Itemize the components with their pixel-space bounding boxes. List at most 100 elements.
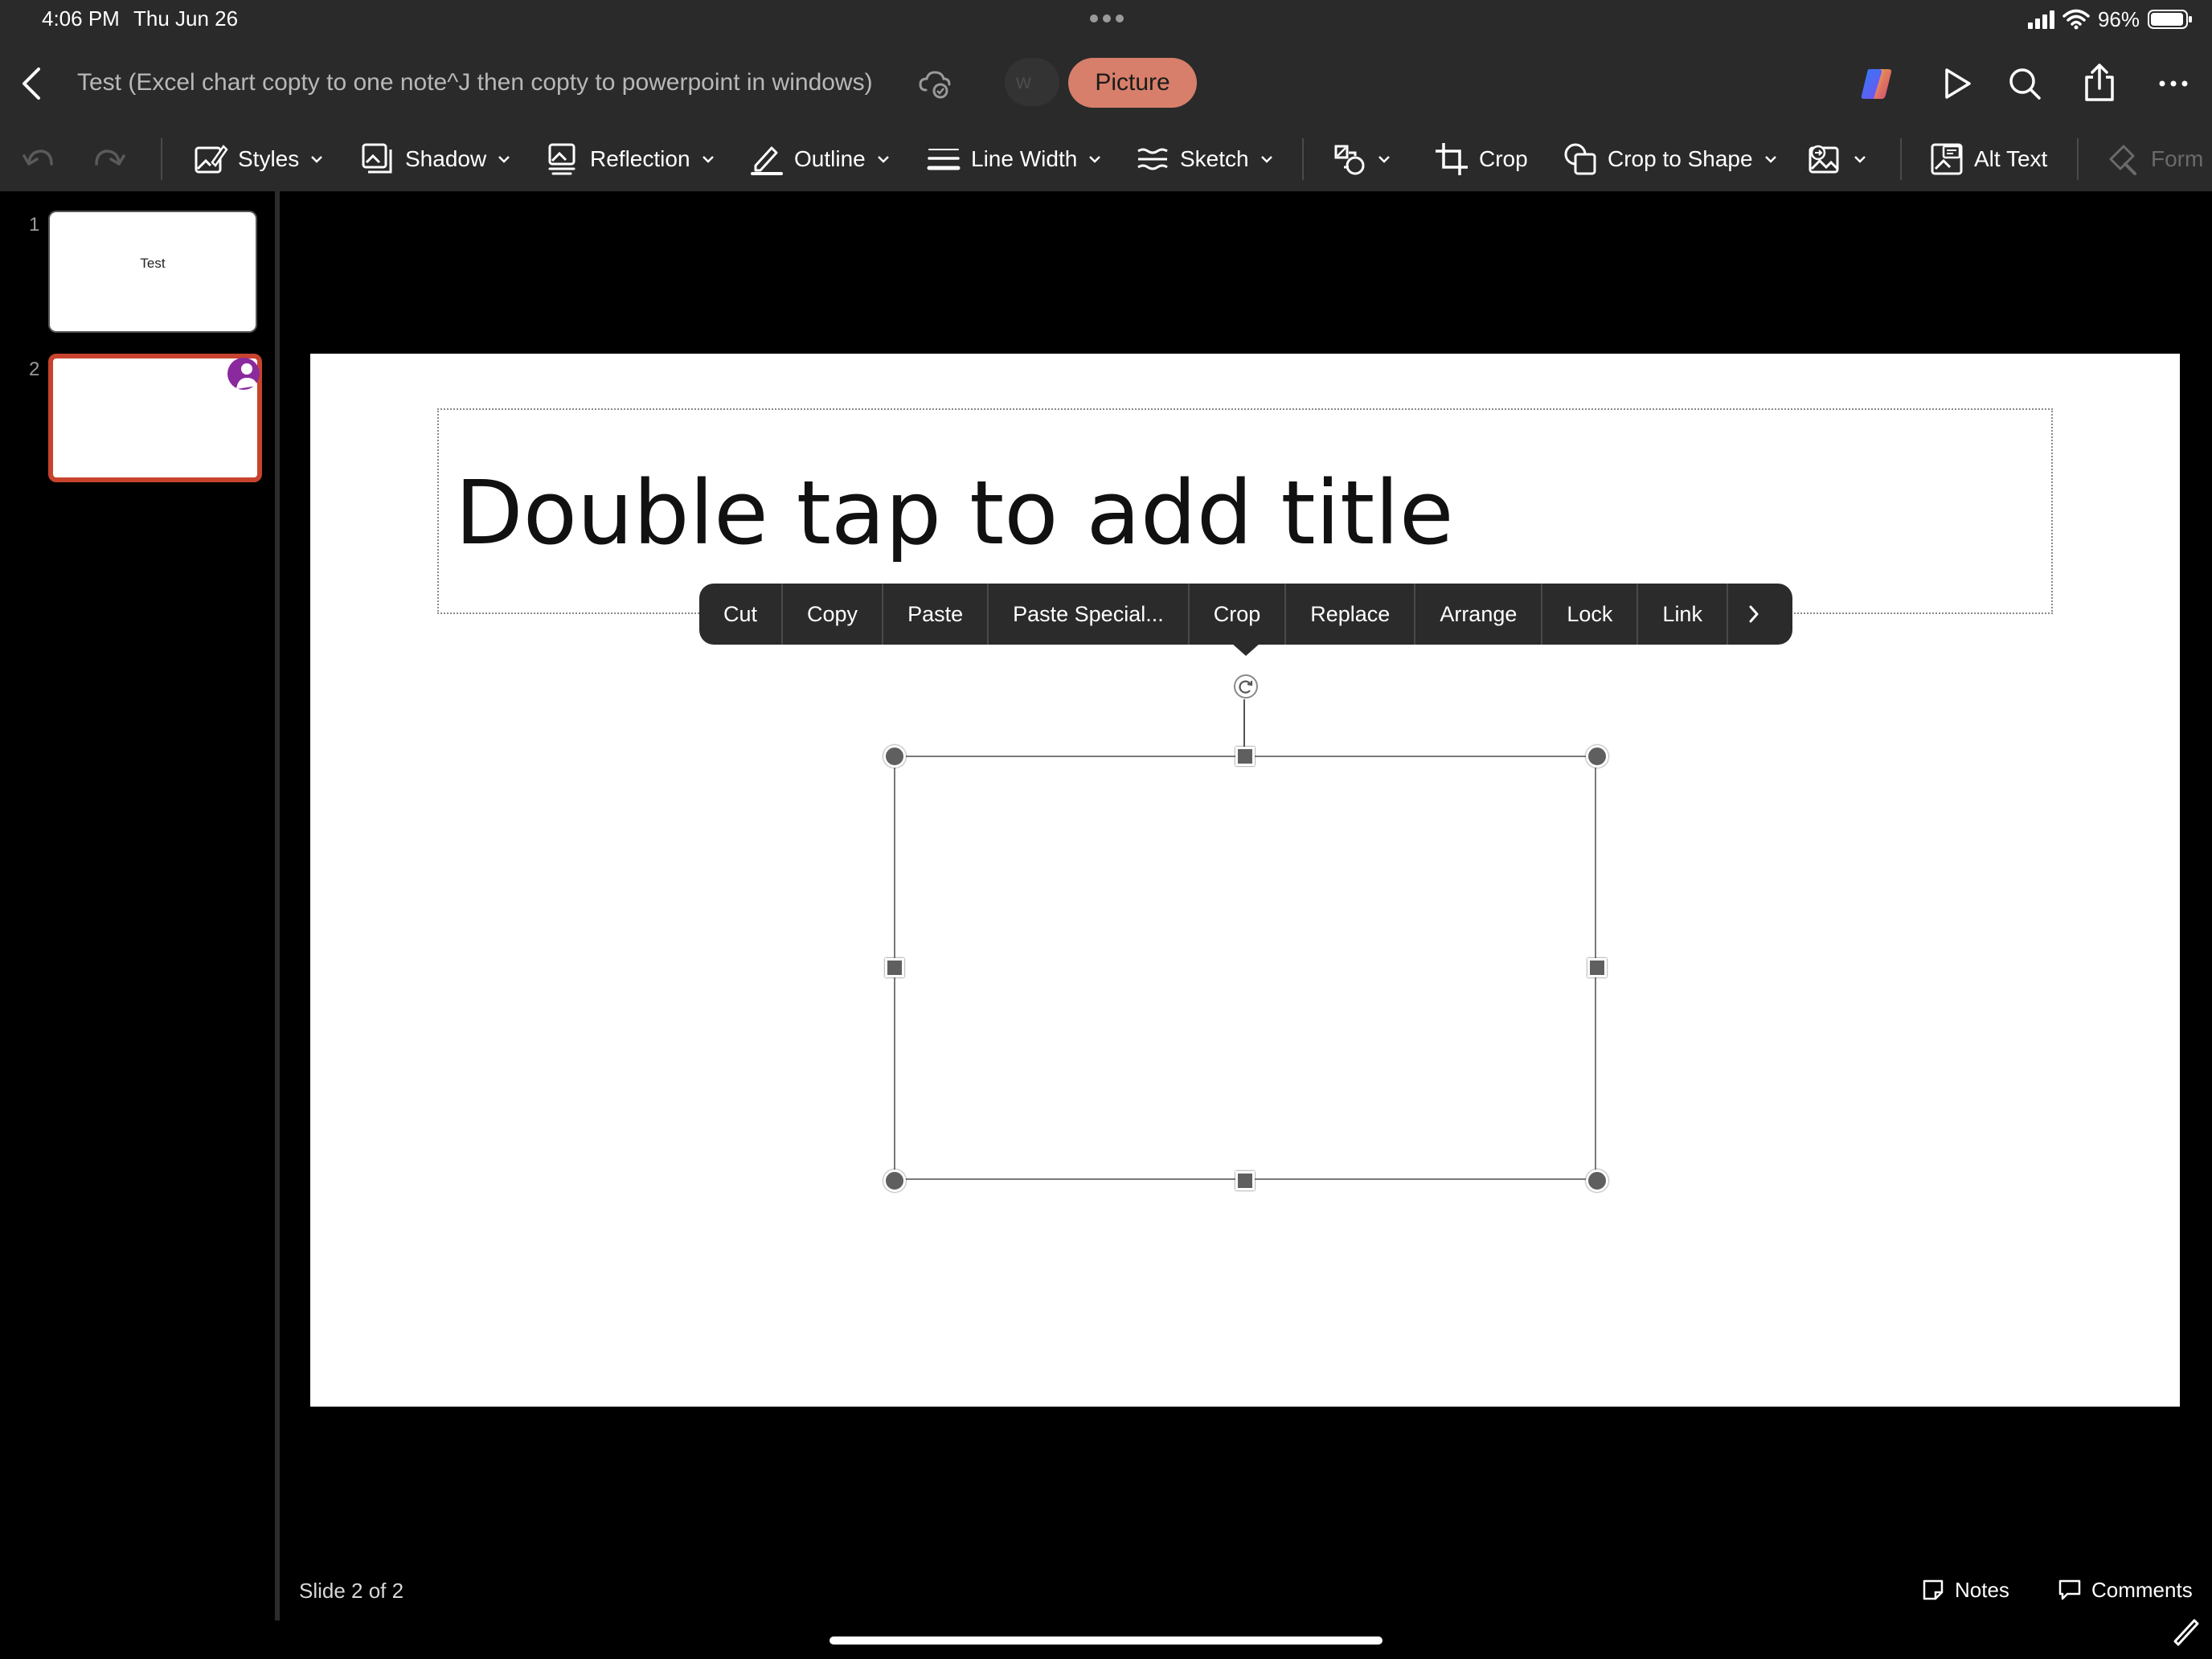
picture-tab[interactable]: Picture: [1068, 58, 1197, 108]
home-tab-label: w: [1016, 69, 1031, 93]
styles-button[interactable]: Styles: [193, 127, 325, 191]
picture-styles-icon: [195, 145, 228, 174]
menu-cut[interactable]: Cut: [699, 584, 784, 645]
battery-percent: 96%: [2097, 6, 2140, 31]
collaborator-avatar-icon: [227, 358, 260, 390]
crop-button[interactable]: Crop: [1434, 127, 1528, 191]
outline-pen-icon: [751, 146, 783, 175]
home-indicator[interactable]: [830, 1636, 1382, 1645]
rotate-handle-icon[interactable]: [1233, 674, 1259, 699]
document-title[interactable]: Test (Excel chart copty to one note^J th…: [77, 69, 873, 96]
notes-icon: [1923, 1579, 1944, 1600]
pencil-icon[interactable]: [2170, 1614, 2202, 1646]
copilot-icon[interactable]: [1858, 64, 1896, 103]
sketch-button[interactable]: Sketch: [1135, 127, 1275, 191]
cloud-sync-icon[interactable]: [918, 68, 952, 100]
resize-handle-top[interactable]: [1235, 747, 1255, 766]
share-icon[interactable]: [2080, 63, 2119, 103]
resize-handle-top-left[interactable]: [883, 745, 906, 768]
picture-effects-button[interactable]: [1331, 127, 1392, 191]
line-width-icon: [927, 149, 961, 170]
chevron-down-icon: [1764, 156, 1776, 163]
status-time: 4:06 PM: [42, 6, 120, 31]
selected-picture[interactable]: [894, 756, 1596, 1180]
status-date: Thu Jun 26: [133, 6, 239, 31]
notes-button[interactable]: Notes: [1921, 1574, 2009, 1606]
sketch-label: Sketch: [1180, 146, 1249, 171]
panel-divider[interactable]: [275, 191, 280, 1620]
chevron-down-icon: [1378, 156, 1390, 163]
slide-count: Slide 2 of 2: [299, 1579, 404, 1603]
more-icon[interactable]: [2154, 64, 2193, 103]
picture-ribbon: Styles Shadow Reflection Outline Line Wi…: [0, 127, 2212, 191]
crop-icon: [1436, 143, 1468, 175]
alt-text-label: Alt Text: [1974, 146, 2048, 171]
battery-icon: [2148, 10, 2192, 29]
crop-to-shape-button[interactable]: Crop to Shape: [1563, 127, 1779, 191]
format-label: Form: [2151, 146, 2204, 171]
chevron-down-icon: [498, 156, 510, 163]
menu-crop[interactable]: Crop: [1190, 584, 1287, 645]
wifi-icon: [2062, 9, 2090, 30]
change-picture-icon: [1809, 145, 1839, 174]
chevron-down-icon: [702, 156, 714, 163]
menu-copy[interactable]: Copy: [783, 584, 884, 645]
play-icon[interactable]: [1937, 64, 1976, 103]
menu-replace[interactable]: Replace: [1286, 584, 1416, 645]
slide-thumbnail-1[interactable]: Test: [48, 211, 257, 333]
context-menu-pointer: [1231, 643, 1260, 656]
crop-label: Crop: [1479, 146, 1528, 171]
undo-icon[interactable]: [19, 141, 56, 178]
title-bar: Test (Excel chart copty to one note^J th…: [0, 40, 2212, 127]
change-picture-button[interactable]: [1807, 127, 1868, 191]
outline-label: Outline: [794, 146, 866, 171]
thumbnail-title: Test: [140, 256, 166, 271]
picture-effects-icon: [1334, 145, 1365, 175]
resize-handle-right[interactable]: [1587, 958, 1607, 977]
chevron-down-icon: [1260, 156, 1272, 163]
resize-handle-top-right[interactable]: [1586, 745, 1608, 768]
thumbnail-number: 2: [29, 358, 40, 380]
format-painter-button[interactable]: Form: [2106, 127, 2203, 191]
chevron-down-icon: [1089, 156, 1101, 163]
menu-arrange[interactable]: Arrange: [1415, 584, 1543, 645]
ribbon-divider: [1302, 138, 1304, 180]
resize-handle-bottom-right[interactable]: [1586, 1169, 1608, 1192]
chevron-down-icon: [877, 156, 889, 163]
resize-handle-bottom[interactable]: [1235, 1171, 1255, 1190]
slide-thumbnail-2[interactable]: [48, 354, 262, 482]
outline-button[interactable]: Outline: [749, 127, 891, 191]
chevron-down-icon: [1854, 156, 1866, 163]
reflection-icon: [548, 143, 576, 175]
comment-icon: [2058, 1579, 2081, 1600]
menu-lock[interactable]: Lock: [1542, 584, 1639, 645]
line-width-button[interactable]: Line Width: [926, 127, 1103, 191]
menu-more[interactable]: [1728, 584, 1780, 645]
redo-icon[interactable]: [92, 141, 129, 178]
context-menu: Cut Copy Paste Paste Special... Crop Rep…: [699, 584, 1792, 645]
resize-handle-bottom-left[interactable]: [883, 1169, 906, 1192]
ribbon-divider: [1900, 138, 1902, 180]
chevron-down-icon: [311, 156, 323, 163]
resize-handle-left[interactable]: [885, 958, 904, 977]
reflection-label: Reflection: [590, 146, 690, 171]
format-painter-icon: [2109, 145, 2136, 175]
menu-paste[interactable]: Paste: [883, 584, 989, 645]
comments-button[interactable]: Comments: [2058, 1574, 2193, 1606]
notes-label: Notes: [1955, 1577, 2009, 1602]
menu-paste-special[interactable]: Paste Special...: [989, 584, 1190, 645]
search-icon[interactable]: [2005, 64, 2044, 103]
shadow-button[interactable]: Shadow: [360, 127, 512, 191]
line-width-label: Line Width: [971, 146, 1078, 171]
multitasking-dots-icon[interactable]: [1088, 13, 1125, 24]
reflection-button[interactable]: Reflection: [545, 127, 716, 191]
back-icon[interactable]: [16, 64, 48, 103]
ribbon-divider: [2077, 138, 2079, 180]
alt-text-button[interactable]: Alt Text: [1929, 127, 2047, 191]
shadow-icon: [362, 143, 392, 174]
ribbon-divider: [161, 138, 162, 180]
menu-link[interactable]: Link: [1638, 584, 1728, 645]
home-tab[interactable]: w: [1005, 58, 1059, 106]
styles-label: Styles: [238, 146, 300, 171]
comments-label: Comments: [2091, 1577, 2193, 1602]
